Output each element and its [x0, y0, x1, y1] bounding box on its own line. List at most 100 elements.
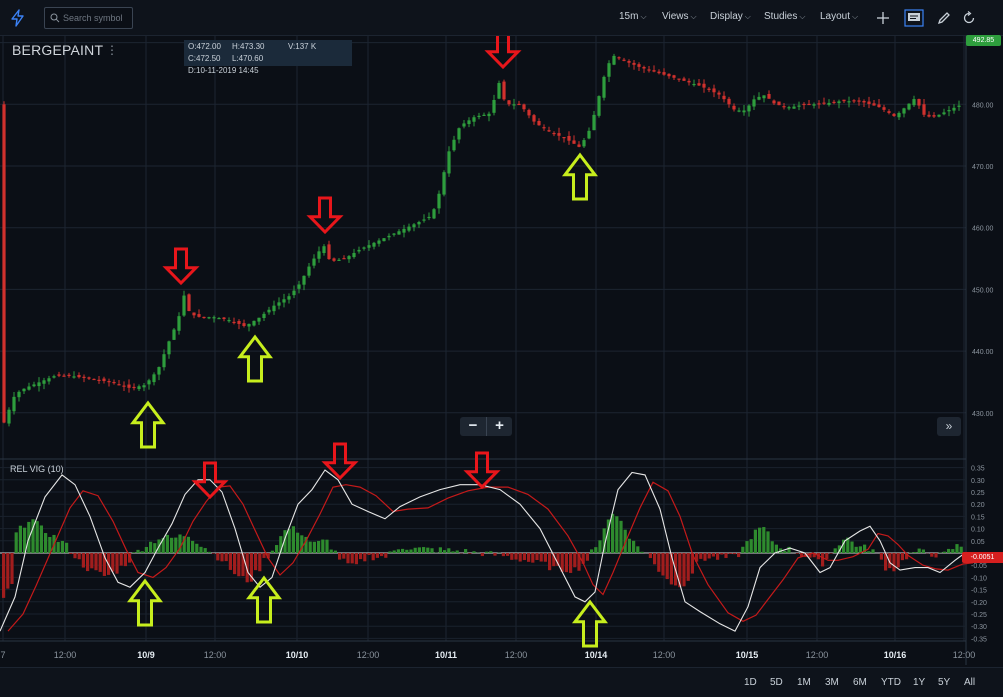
- candle-body: [277, 302, 281, 306]
- candle-body: [7, 409, 11, 424]
- candle-body: [187, 294, 191, 311]
- candle-body: [272, 305, 276, 312]
- interval-menu[interactable]: 15m ⌵: [619, 11, 647, 22]
- histogram-bar: [724, 553, 728, 558]
- candle-body: [337, 259, 341, 261]
- symbol-search[interactable]: [44, 7, 133, 29]
- candle-body: [827, 102, 831, 105]
- zoom-out-button[interactable]: −: [460, 417, 486, 436]
- candle-body: [682, 78, 686, 81]
- histogram-bar: [472, 551, 476, 553]
- candle-body: [622, 59, 626, 61]
- range-1m-button[interactable]: 1M: [797, 677, 811, 688]
- histogram-bar: [766, 531, 770, 553]
- indicator-tick-label: 0.25: [971, 490, 985, 497]
- histogram-bar: [531, 553, 535, 563]
- candle-body: [612, 55, 616, 65]
- histogram-bar: [35, 521, 39, 553]
- histogram-bar: [485, 551, 489, 553]
- candle-body: [417, 221, 421, 225]
- histogram-bar: [262, 553, 266, 558]
- histogram-bar: [275, 545, 279, 553]
- time-tick-label: 10/14: [585, 650, 608, 660]
- layout-menu[interactable]: Layout ⌵: [820, 11, 858, 22]
- range-6m-button[interactable]: 6M: [853, 677, 867, 688]
- candle-body: [192, 312, 196, 316]
- candle-body: [512, 104, 516, 106]
- time-tick-label: 12:00: [806, 650, 829, 660]
- histogram-bar: [590, 549, 594, 553]
- lightning-icon[interactable]: [8, 8, 28, 28]
- indicator-label[interactable]: REL VIG (10): [10, 464, 64, 474]
- histogram-bar: [850, 541, 854, 553]
- candle-body: [307, 266, 311, 276]
- crosshair-icon[interactable]: [874, 9, 892, 27]
- histogram-bar: [657, 553, 661, 572]
- range-3m-button[interactable]: 3M: [825, 677, 839, 688]
- histogram-bar: [308, 541, 312, 553]
- search-input[interactable]: [63, 11, 131, 25]
- histogram-bar: [464, 549, 468, 553]
- histogram-bar: [342, 553, 346, 559]
- candle-body: [787, 107, 791, 109]
- histogram-bar: [653, 553, 657, 565]
- comment-icon[interactable]: [904, 9, 924, 27]
- range-all-button[interactable]: All: [964, 677, 975, 688]
- candle-body: [897, 112, 901, 118]
- histogram-bar: [18, 525, 22, 553]
- candle-body: [402, 228, 406, 233]
- studies-menu[interactable]: Studies ⌵: [764, 11, 805, 22]
- histogram-bar: [539, 553, 543, 562]
- candle-body: [647, 69, 651, 71]
- candle-body: [472, 117, 476, 122]
- chevron-down-icon: ⌵: [744, 12, 751, 21]
- indicator-tick-label: 0.15: [971, 514, 985, 521]
- pencil-icon[interactable]: [935, 9, 953, 27]
- histogram-bar: [741, 546, 745, 553]
- symbol-menu-icon[interactable]: ⋮: [106, 43, 118, 57]
- range-1d-button[interactable]: 1D: [744, 677, 757, 688]
- time-tick-label: 12:00: [54, 650, 77, 660]
- candle-body: [687, 80, 691, 83]
- histogram-bar: [333, 550, 337, 553]
- histogram-bar: [703, 553, 707, 561]
- candle-body: [367, 245, 371, 248]
- price-tick-label: 450.00: [972, 287, 994, 294]
- candle-body: [872, 103, 876, 106]
- histogram-bar: [359, 553, 363, 560]
- refresh-icon[interactable]: [960, 9, 978, 27]
- scroll-to-latest-button[interactable]: »: [937, 417, 961, 436]
- range-5y-button[interactable]: 5Y: [938, 677, 950, 688]
- price-tick-label: 470.00: [972, 164, 994, 171]
- candle-body: [582, 140, 586, 147]
- candle-body: [762, 95, 766, 99]
- views-menu[interactable]: Views ⌵: [662, 11, 697, 22]
- price-chart[interactable]: 490.00480.00470.00460.00450.00440.00430.…: [0, 36, 1003, 697]
- candle-body: [262, 313, 266, 319]
- range-ytd-button[interactable]: YTD: [881, 677, 901, 688]
- candle-body: [382, 238, 386, 242]
- histogram-bar: [216, 553, 220, 561]
- range-1y-button[interactable]: 1Y: [913, 677, 925, 688]
- display-menu[interactable]: Display ⌵: [710, 11, 751, 22]
- indicator-tick-label: -0.10: [971, 575, 987, 582]
- histogram-bar: [312, 541, 316, 553]
- histogram-bar: [947, 548, 951, 553]
- candle-body: [557, 133, 561, 136]
- zoom-in-button[interactable]: +: [486, 417, 512, 436]
- candle-body: [677, 78, 681, 80]
- range-5d-button[interactable]: 5D: [770, 677, 783, 688]
- histogram-bar: [220, 553, 224, 562]
- candle-body: [797, 105, 801, 107]
- histogram-bar: [661, 553, 665, 576]
- candle-body: [442, 172, 446, 195]
- candle-body: [562, 136, 566, 139]
- symbol-name[interactable]: BERGEPAINT: [12, 42, 103, 58]
- date-value: D:10-11-2019 14:45: [188, 66, 259, 75]
- histogram-bar: [56, 541, 60, 553]
- histogram-bar: [917, 548, 921, 553]
- time-tick-label: 10/11: [435, 650, 457, 660]
- candle-body: [847, 101, 851, 103]
- histogram-bar: [224, 553, 228, 562]
- histogram-bar: [447, 548, 451, 553]
